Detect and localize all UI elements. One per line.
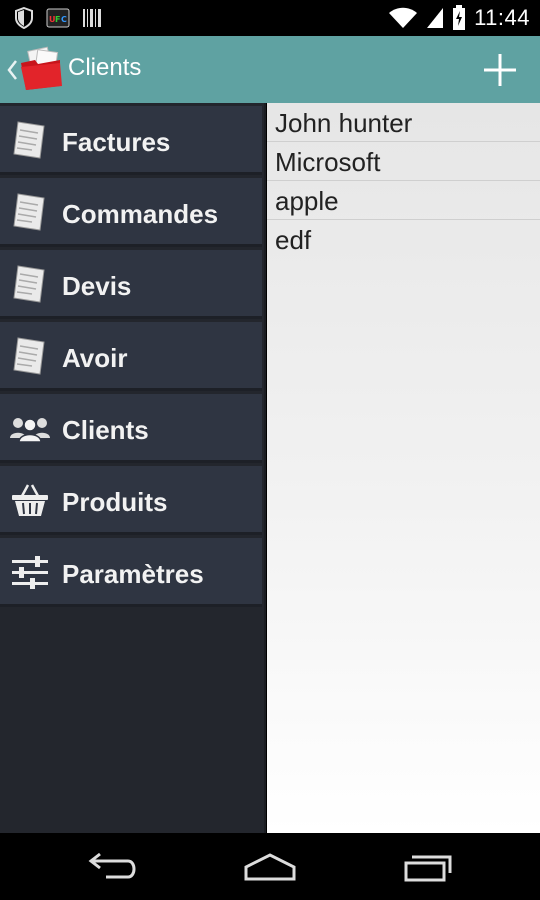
- svg-text:C: C: [61, 15, 67, 24]
- recent-apps-icon[interactable]: [398, 851, 458, 883]
- drawer-item-label: Commandes: [62, 199, 219, 229]
- list-item[interactable]: apple: [267, 181, 540, 220]
- status-bar: U F C 11:44: [0, 0, 540, 36]
- status-bar-right: 11:44: [388, 4, 530, 32]
- svg-text:F: F: [55, 15, 60, 24]
- drawer-item-produits[interactable]: Produits: [0, 466, 262, 535]
- red-folder-icon[interactable]: [18, 46, 64, 92]
- document-icon: [13, 265, 45, 303]
- document-icon: [13, 193, 45, 231]
- chevron-left-icon[interactable]: [6, 58, 18, 82]
- drawer-item-label: Produits: [62, 487, 168, 517]
- signal-icon: [427, 8, 444, 28]
- drawer-item-label: Clients: [62, 415, 149, 445]
- client-name: apple: [275, 186, 339, 216]
- drawer-item-devis[interactable]: Devis: [0, 250, 262, 319]
- status-time: 11:44: [474, 5, 530, 30]
- barcode-icon: [83, 9, 101, 27]
- client-name: edf: [275, 225, 312, 255]
- drawer-item-label: Devis: [62, 271, 132, 301]
- drawer-item-parametres[interactable]: Paramètres: [0, 538, 262, 607]
- drawer-item-clients[interactable]: Clients: [0, 394, 262, 463]
- client-name: Microsoft: [275, 147, 381, 177]
- shield-icon: [15, 7, 33, 29]
- plus-icon[interactable]: [482, 52, 518, 88]
- drawer-item-label: Avoir: [62, 343, 128, 373]
- ufc-app-icon: U F C: [46, 8, 70, 28]
- drawer-item-factures[interactable]: Factures: [0, 106, 262, 175]
- client-name: John hunter: [275, 108, 413, 138]
- battery-charging-icon: [453, 5, 466, 30]
- home-icon[interactable]: [240, 851, 300, 883]
- sliders-icon: [12, 556, 48, 589]
- action-bar-title: Clients: [68, 54, 142, 81]
- document-icon: [13, 337, 45, 375]
- drawer-item-avoir[interactable]: Avoir: [0, 322, 262, 391]
- users-icon: [10, 418, 50, 443]
- status-bar-left: U F C: [14, 6, 102, 30]
- list-item[interactable]: Microsoft: [267, 142, 540, 181]
- client-list: John hunter Microsoft apple edf: [267, 103, 540, 833]
- back-icon[interactable]: [82, 851, 142, 883]
- drawer-item-label: Paramètres: [62, 559, 204, 589]
- drawer-item-commandes[interactable]: Commandes: [0, 178, 262, 247]
- drawer-item-label: Factures: [62, 127, 171, 157]
- list-item[interactable]: edf: [267, 220, 540, 259]
- basket-icon: [12, 484, 48, 516]
- action-bar: Clients: [0, 36, 540, 103]
- navigation-drawer: Factures Commandes Devis Avoir Clients P…: [0, 103, 266, 833]
- wifi-icon: [389, 7, 418, 28]
- list-item[interactable]: John hunter: [267, 103, 540, 142]
- navigation-bar: [0, 833, 540, 900]
- document-icon: [13, 121, 45, 159]
